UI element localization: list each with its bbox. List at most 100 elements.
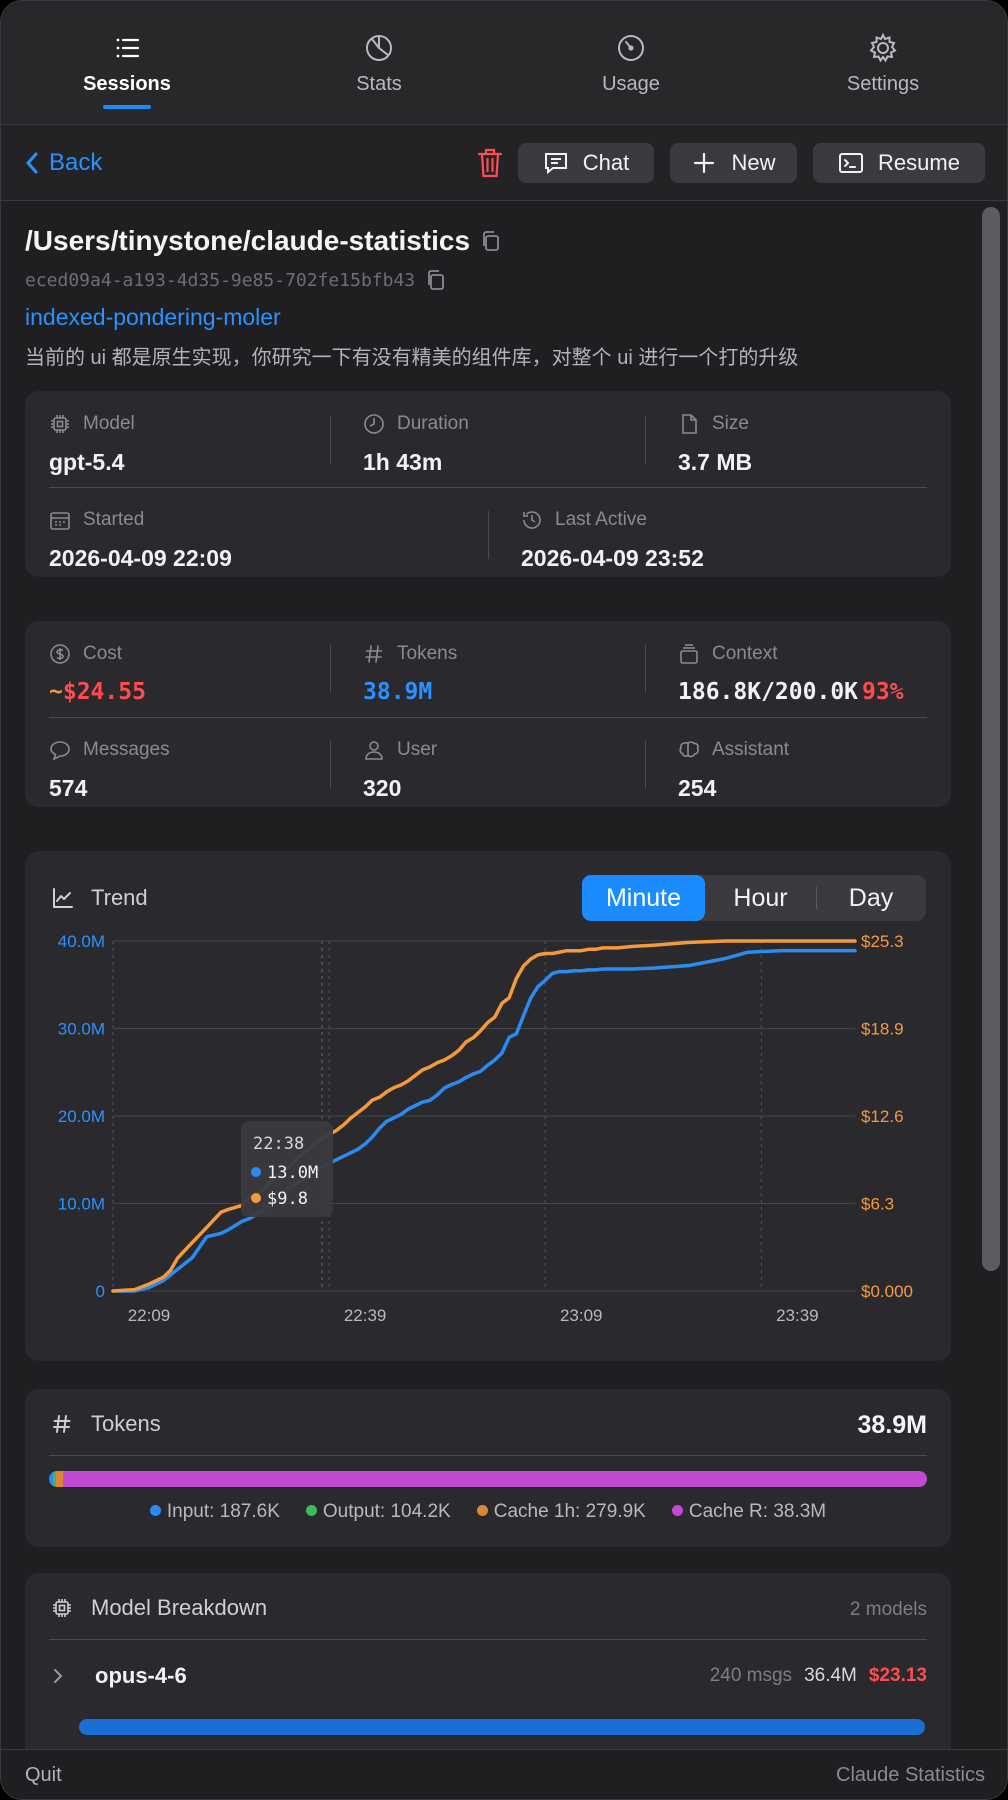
duration-cell: Duration 1h 43m: [363, 413, 469, 476]
legend-label: Cache 1h: 279.9K: [493, 1501, 646, 1522]
dollar-icon: [50, 644, 70, 664]
segment-day[interactable]: Day: [816, 875, 926, 921]
segment-hour[interactable]: Hour: [705, 875, 816, 921]
tab-label: Sessions: [83, 73, 171, 95]
messages-label: Messages: [83, 739, 170, 760]
scrollbar-thumb[interactable]: [982, 207, 1000, 1271]
tokens-total: 38.9M: [857, 1411, 927, 1439]
model-row[interactable]: opus-4-6 240 msgs 36.4M $23.13: [51, 1659, 927, 1699]
history-icon: [523, 511, 541, 529]
user-label: User: [397, 739, 438, 760]
y-left-tick-label: 40.0M: [58, 932, 105, 951]
duration-label: Duration: [397, 413, 469, 434]
quit-button[interactable]: Quit: [25, 1764, 62, 1787]
active-tab-indicator: [103, 105, 151, 109]
legend-label: Cache R: 38.3M: [688, 1501, 827, 1522]
trend-chart: 0 $0.000 10.0M $6.3 20.0M $12.6 30.0M $18.9 40.0…: [58, 932, 913, 1325]
trash-icon[interactable]: [475, 147, 505, 179]
context-value: 186.8K/200.0K: [678, 679, 859, 705]
started-cell: Started 2026-04-09 22:09: [49, 509, 232, 572]
calendar-icon: [50, 512, 70, 530]
divider: [645, 741, 646, 789]
granularity-picker: Minute Hour Day: [582, 875, 926, 921]
cost-cell: Cost ~$24.55: [49, 643, 146, 705]
footer: Quit Claude Statistics: [1, 1749, 1007, 1799]
assistant-value: 254: [678, 775, 717, 801]
token-breakdown-bar: [49, 1471, 927, 1487]
back-button[interactable]: Back: [25, 149, 102, 177]
tab-usage[interactable]: Usage: [505, 1, 757, 124]
session-slug-link[interactable]: indexed-pondering-moler: [25, 304, 281, 331]
context-cell: Context 186.8K/200.0K 93%: [678, 643, 904, 705]
tokens-card: Tokens 38.9M Input: 187.6K Output: 104.2K…: [25, 1389, 951, 1547]
tokens-value: 38.9M: [363, 679, 433, 705]
model-name: opus-4-6: [95, 1663, 187, 1688]
tokens-cell: Tokens 38.9M: [363, 643, 457, 705]
toolbar: Back Chat New Resume: [1, 125, 1007, 201]
token-legend-item: Input: 187.6K: [149, 1501, 280, 1523]
id-row: eced09a4-a193-4d35-9e85-702fe15bfb43: [25, 269, 447, 291]
started-label: Started: [83, 509, 145, 530]
x-tick-label: 23:39: [776, 1306, 819, 1325]
tab-bar: Sessions Stats Usage Settings: [1, 1, 1007, 125]
tab-stats[interactable]: Stats: [253, 1, 505, 124]
y-left-tick-label: 30.0M: [58, 1020, 105, 1039]
model-share-bar: [79, 1719, 925, 1735]
copy-icon[interactable]: [480, 230, 502, 252]
trend-header: Trend: [51, 885, 148, 911]
model-cell: Model gpt-5.4: [49, 413, 135, 476]
divider: [330, 415, 331, 463]
session-description: 当前的 ui 都是原生实现，你研究一下有没有精美的组件库，对整个 ui 进行一个…: [25, 347, 799, 369]
path-row: /Users/tinystone/claude-statistics: [25, 225, 502, 257]
cost-approx: ~: [49, 679, 63, 705]
person-icon: [365, 741, 383, 760]
tab-settings[interactable]: Settings: [757, 1, 1007, 124]
legend-dot: [149, 1505, 161, 1516]
divider: [645, 645, 646, 693]
chevron-left-icon: [26, 152, 38, 174]
resume-button[interactable]: Resume: [813, 143, 985, 183]
session-id: eced09a4-a193-4d35-9e85-702fe15bfb43: [25, 269, 416, 291]
cpu-icon: [51, 415, 69, 433]
assistant-cell: Assistant 254: [678, 739, 789, 802]
terminal-icon: [839, 153, 864, 173]
divider: [330, 645, 331, 693]
document-icon: [682, 414, 697, 434]
model-cost: $23.13: [868, 1665, 927, 1686]
size-label: Size: [712, 413, 749, 434]
hash-icon: [53, 1415, 71, 1433]
messages-cell: Messages 574: [49, 739, 170, 802]
segment-minute[interactable]: Minute: [582, 875, 705, 921]
x-tick-label: 22:09: [128, 1306, 171, 1325]
tokens-series-line: [111, 948, 857, 1293]
model-tokens: 36.4M: [804, 1665, 857, 1686]
app-window: Sessions Stats Usage Settings Back Chat …: [0, 0, 1008, 1800]
tab-label: Stats: [356, 73, 402, 95]
new-button[interactable]: New: [670, 143, 797, 183]
tooltip-dot-tokens: [251, 1167, 261, 1177]
new-label: New: [731, 150, 776, 175]
token-bar-segment: [62, 1471, 927, 1487]
session-detail: /Users/tinystone/claude-statistics eced0…: [1, 201, 1007, 1749]
tab-sessions[interactable]: Sessions: [1, 1, 253, 124]
back-label: Back: [49, 149, 103, 176]
legend-label: Output: 104.2K: [322, 1501, 451, 1522]
chevron-right-icon: [54, 1669, 63, 1683]
list-icon: [116, 38, 140, 58]
trend-title: Trend: [91, 885, 148, 910]
user-value: 320: [363, 775, 402, 801]
y-right-tick-label: $25.3: [861, 932, 904, 951]
divider: [49, 1455, 927, 1456]
legend-dot: [476, 1505, 488, 1516]
y-left-tick-label: 10.0M: [58, 1195, 105, 1214]
divider: [49, 487, 927, 488]
started-value: 2026-04-09 22:09: [49, 545, 232, 571]
copy-icon[interactable]: [425, 269, 447, 291]
model-count: 2 models: [849, 1599, 927, 1620]
legend-dot: [305, 1505, 317, 1516]
chat-button[interactable]: Chat: [518, 143, 654, 183]
model-value: gpt-5.4: [49, 449, 125, 475]
tokens-label: Tokens: [397, 643, 458, 664]
x-tick-label: 22:39: [344, 1306, 387, 1325]
tooltip-dot-cost: [251, 1193, 261, 1203]
